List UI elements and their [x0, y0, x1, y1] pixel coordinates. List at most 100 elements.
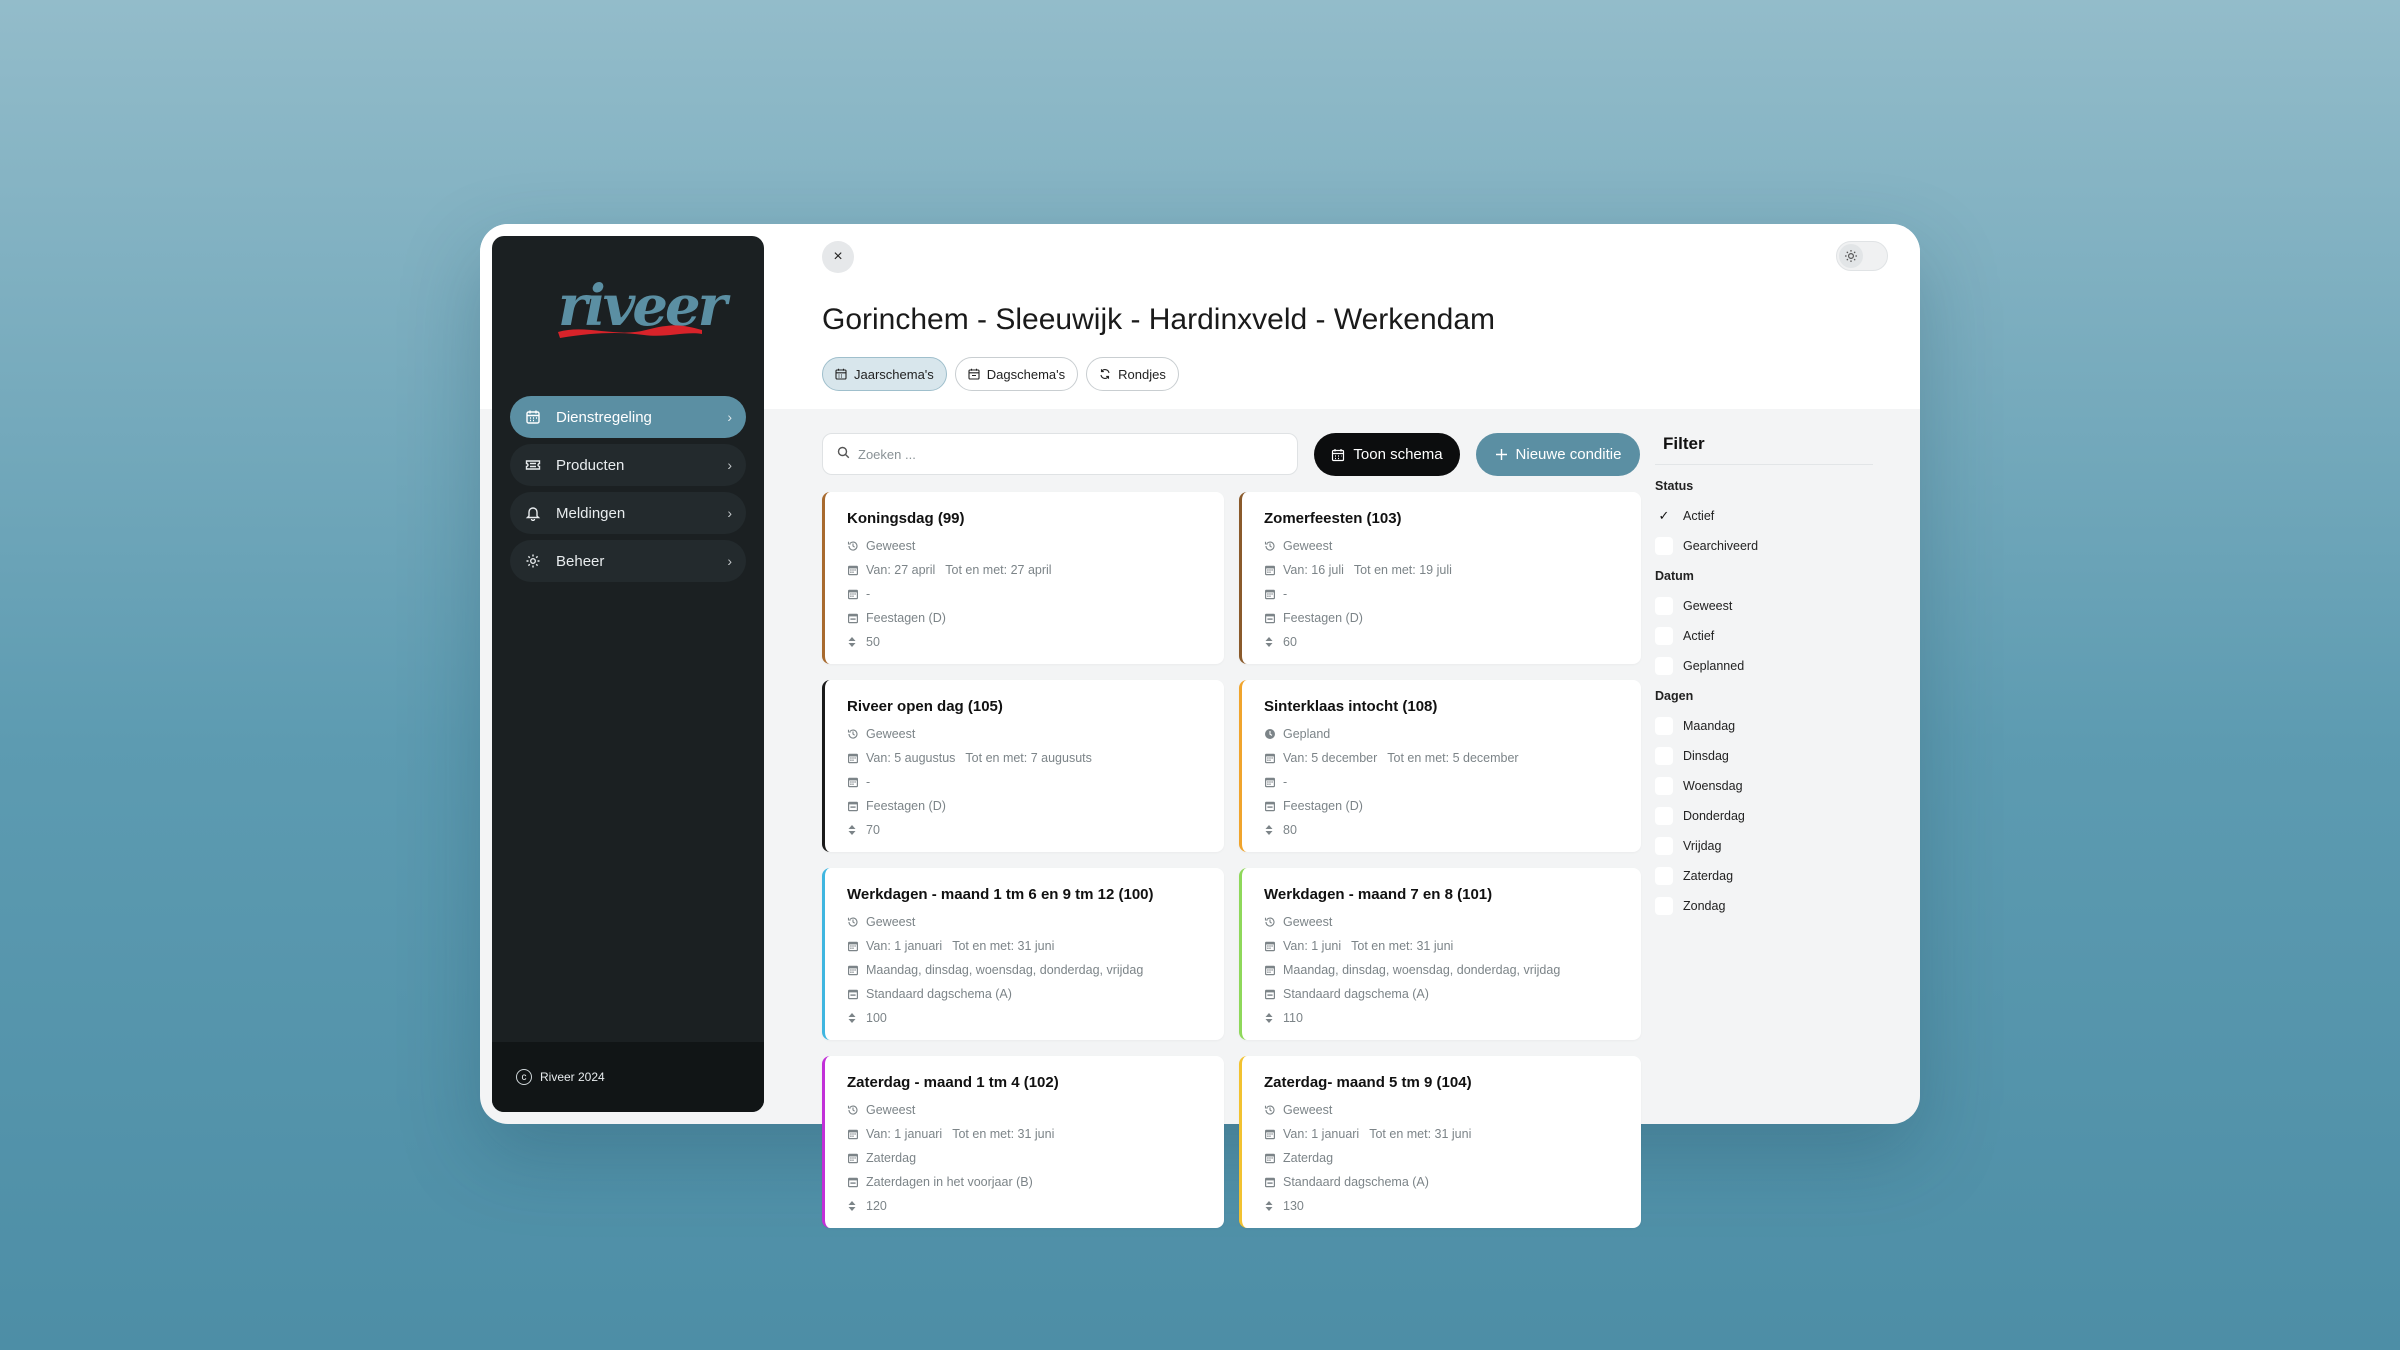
filter-option[interactable]: Dinsdag	[1655, 741, 1873, 771]
checkbox[interactable]	[1655, 837, 1673, 855]
filter-option[interactable]: ✓ Actief	[1655, 501, 1873, 531]
card-status-row: Geweest	[847, 1098, 1224, 1122]
filter-option[interactable]: Donderdag	[1655, 801, 1873, 831]
card-to: Tot en met: 31 juni	[952, 939, 1055, 953]
calendar-icon	[847, 564, 860, 576]
filter-option[interactable]: Woensdag	[1655, 771, 1873, 801]
tab-label: Jaarschema's	[854, 366, 934, 382]
card-priority-row: 130	[1264, 1194, 1641, 1218]
checkbox[interactable]	[1655, 657, 1673, 675]
filter-option[interactable]: Gearchiveerd	[1655, 531, 1873, 561]
checkbox[interactable]	[1655, 897, 1673, 915]
filter-option-label: Actief	[1683, 509, 1715, 523]
card-date-row: Van: 16 juli Tot en met: 19 juli	[1264, 558, 1641, 582]
calendar-day-icon	[847, 988, 860, 1000]
card-priority-row: 60	[1264, 630, 1641, 654]
new-condition-button[interactable]: Nieuwe conditie	[1476, 433, 1640, 476]
condition-card[interactable]: Werkdagen - maand 7 en 8 (101) Geweest Van…	[1239, 868, 1641, 1040]
checkbox[interactable]	[1655, 537, 1673, 555]
sidebar-nav: Dienstregeling › Producten › Meldingen ›…	[510, 396, 746, 588]
calendar-icon	[1264, 564, 1277, 576]
card-status: Geweest	[866, 727, 916, 741]
card-priority: 110	[1283, 1011, 1303, 1025]
card-days-row: Zaterdag	[847, 1146, 1224, 1170]
filter-option-label: Donderdag	[1683, 809, 1745, 823]
card-to: Tot en met: 5 december	[1387, 751, 1519, 765]
calendar-icon	[847, 940, 860, 952]
card-from: Van: 1 januari	[1283, 1127, 1360, 1141]
filter-option-label: Geweest	[1683, 599, 1733, 613]
close-button[interactable]: ×	[822, 241, 854, 273]
condition-card[interactable]: Zaterdag- maand 5 tm 9 (104) Geweest Van: …	[1239, 1056, 1641, 1228]
card-status: Geweest	[866, 539, 916, 553]
button-label: Nieuwe conditie	[1515, 446, 1622, 463]
checkbox[interactable]	[1655, 867, 1673, 885]
card-days: -	[866, 587, 871, 601]
condition-card[interactable]: Koningsdag (99) Geweest Van: 27 april Tot e…	[822, 492, 1224, 664]
calendar-icon	[835, 368, 847, 380]
check-icon[interactable]: ✓	[1655, 507, 1673, 525]
filter-sections: Status ✓ Actief Gearchiveerd Datum Geweest Act…	[1655, 479, 1873, 921]
riveer-logo: riveer	[556, 278, 727, 348]
calendar-icon	[847, 776, 860, 788]
button-label: Toon schema	[1353, 446, 1443, 463]
history-icon	[1264, 1104, 1277, 1116]
show-schedule-button[interactable]: Toon schema	[1314, 433, 1460, 476]
search-box[interactable]	[822, 433, 1298, 475]
sidebar-item-beheer[interactable]: Beheer ›	[510, 540, 746, 582]
condition-card[interactable]: Zomerfeesten (103) Geweest Van: 16 juli Tot…	[1239, 492, 1641, 664]
filter-option-label: Maandag	[1683, 719, 1736, 733]
card-title: Zomerfeesten (103)	[1264, 510, 1402, 527]
checkbox[interactable]	[1655, 627, 1673, 645]
filter-option-label: Dinsdag	[1683, 749, 1729, 763]
theme-toggle[interactable]	[1836, 241, 1888, 271]
calendar-day-icon	[847, 800, 860, 812]
history-icon	[847, 728, 860, 740]
history-icon	[847, 1104, 860, 1116]
card-schedule: Feestagen (D)	[866, 799, 946, 813]
tab-rondjes[interactable]: Rondjes	[1086, 357, 1179, 391]
card-schedule-row: Standaard dagschema (A)	[847, 982, 1224, 1006]
search-input[interactable]	[858, 446, 1258, 462]
condition-card[interactable]: Werkdagen - maand 1 tm 6 en 9 tm 12 (100…	[822, 868, 1224, 1040]
tab-dagschemas[interactable]: Dagschema's	[954, 357, 1079, 391]
filter-option[interactable]: Zondag	[1655, 891, 1873, 921]
sidebar-item-dienstregeling[interactable]: Dienstregeling ›	[510, 396, 746, 438]
filter-option-label: Zaterdag	[1683, 869, 1734, 883]
plus-icon	[1495, 448, 1508, 461]
card-schedule-row: Feestagen (D)	[1264, 606, 1641, 630]
card-to: Tot en met: 31 juni	[1351, 939, 1454, 953]
filter-option[interactable]: Geweest	[1655, 591, 1873, 621]
card-priority-row: 80	[1264, 818, 1641, 842]
tab-jaarschemas[interactable]: Jaarschema's	[822, 357, 947, 391]
checkbox[interactable]	[1655, 597, 1673, 615]
calendar-icon	[1264, 588, 1277, 600]
calendar-icon	[1264, 1152, 1277, 1164]
filter-option[interactable]: Geplanned	[1655, 651, 1873, 681]
condition-card[interactable]: Sinterklaas intocht (108) Gepland Van: 5 d…	[1239, 680, 1641, 852]
card-priority-row: 70	[847, 818, 1224, 842]
filter-option[interactable]: Actief	[1655, 621, 1873, 651]
condition-card[interactable]: Zaterdag - maand 1 tm 4 (102) Geweest Van:…	[822, 1056, 1224, 1228]
filter-option-label: Actief	[1683, 629, 1715, 643]
calendar-icon	[847, 1128, 860, 1140]
card-from: Van: 5 december	[1283, 751, 1378, 765]
sidebar-item-meldingen[interactable]: Meldingen ›	[510, 492, 746, 534]
card-date-row: Van: 1 januari Tot en met: 31 juni	[847, 1122, 1224, 1146]
card-days: Maandag, dinsdag, woensdag, donderdag, v…	[1283, 963, 1561, 977]
card-days-row: -	[1264, 582, 1641, 606]
filter-option-label: Vrijdag	[1683, 839, 1722, 853]
card-schedule-row: Feestagen (D)	[1264, 794, 1641, 818]
condition-card[interactable]: Riveer open dag (105) Geweest Van: 5 augus…	[822, 680, 1224, 852]
card-date-row: Van: 1 juni Tot en met: 31 juni	[1264, 934, 1641, 958]
filter-option[interactable]: Zaterdag	[1655, 861, 1873, 891]
card-title: Zaterdag - maand 1 tm 4 (102)	[847, 1074, 1059, 1091]
filter-option[interactable]: Maandag	[1655, 711, 1873, 741]
checkbox[interactable]	[1655, 777, 1673, 795]
checkbox[interactable]	[1655, 747, 1673, 765]
card-days-row: -	[847, 582, 1224, 606]
checkbox[interactable]	[1655, 717, 1673, 735]
checkbox[interactable]	[1655, 807, 1673, 825]
filter-option[interactable]: Vrijdag	[1655, 831, 1873, 861]
sidebar-item-producten[interactable]: Producten ›	[510, 444, 746, 486]
